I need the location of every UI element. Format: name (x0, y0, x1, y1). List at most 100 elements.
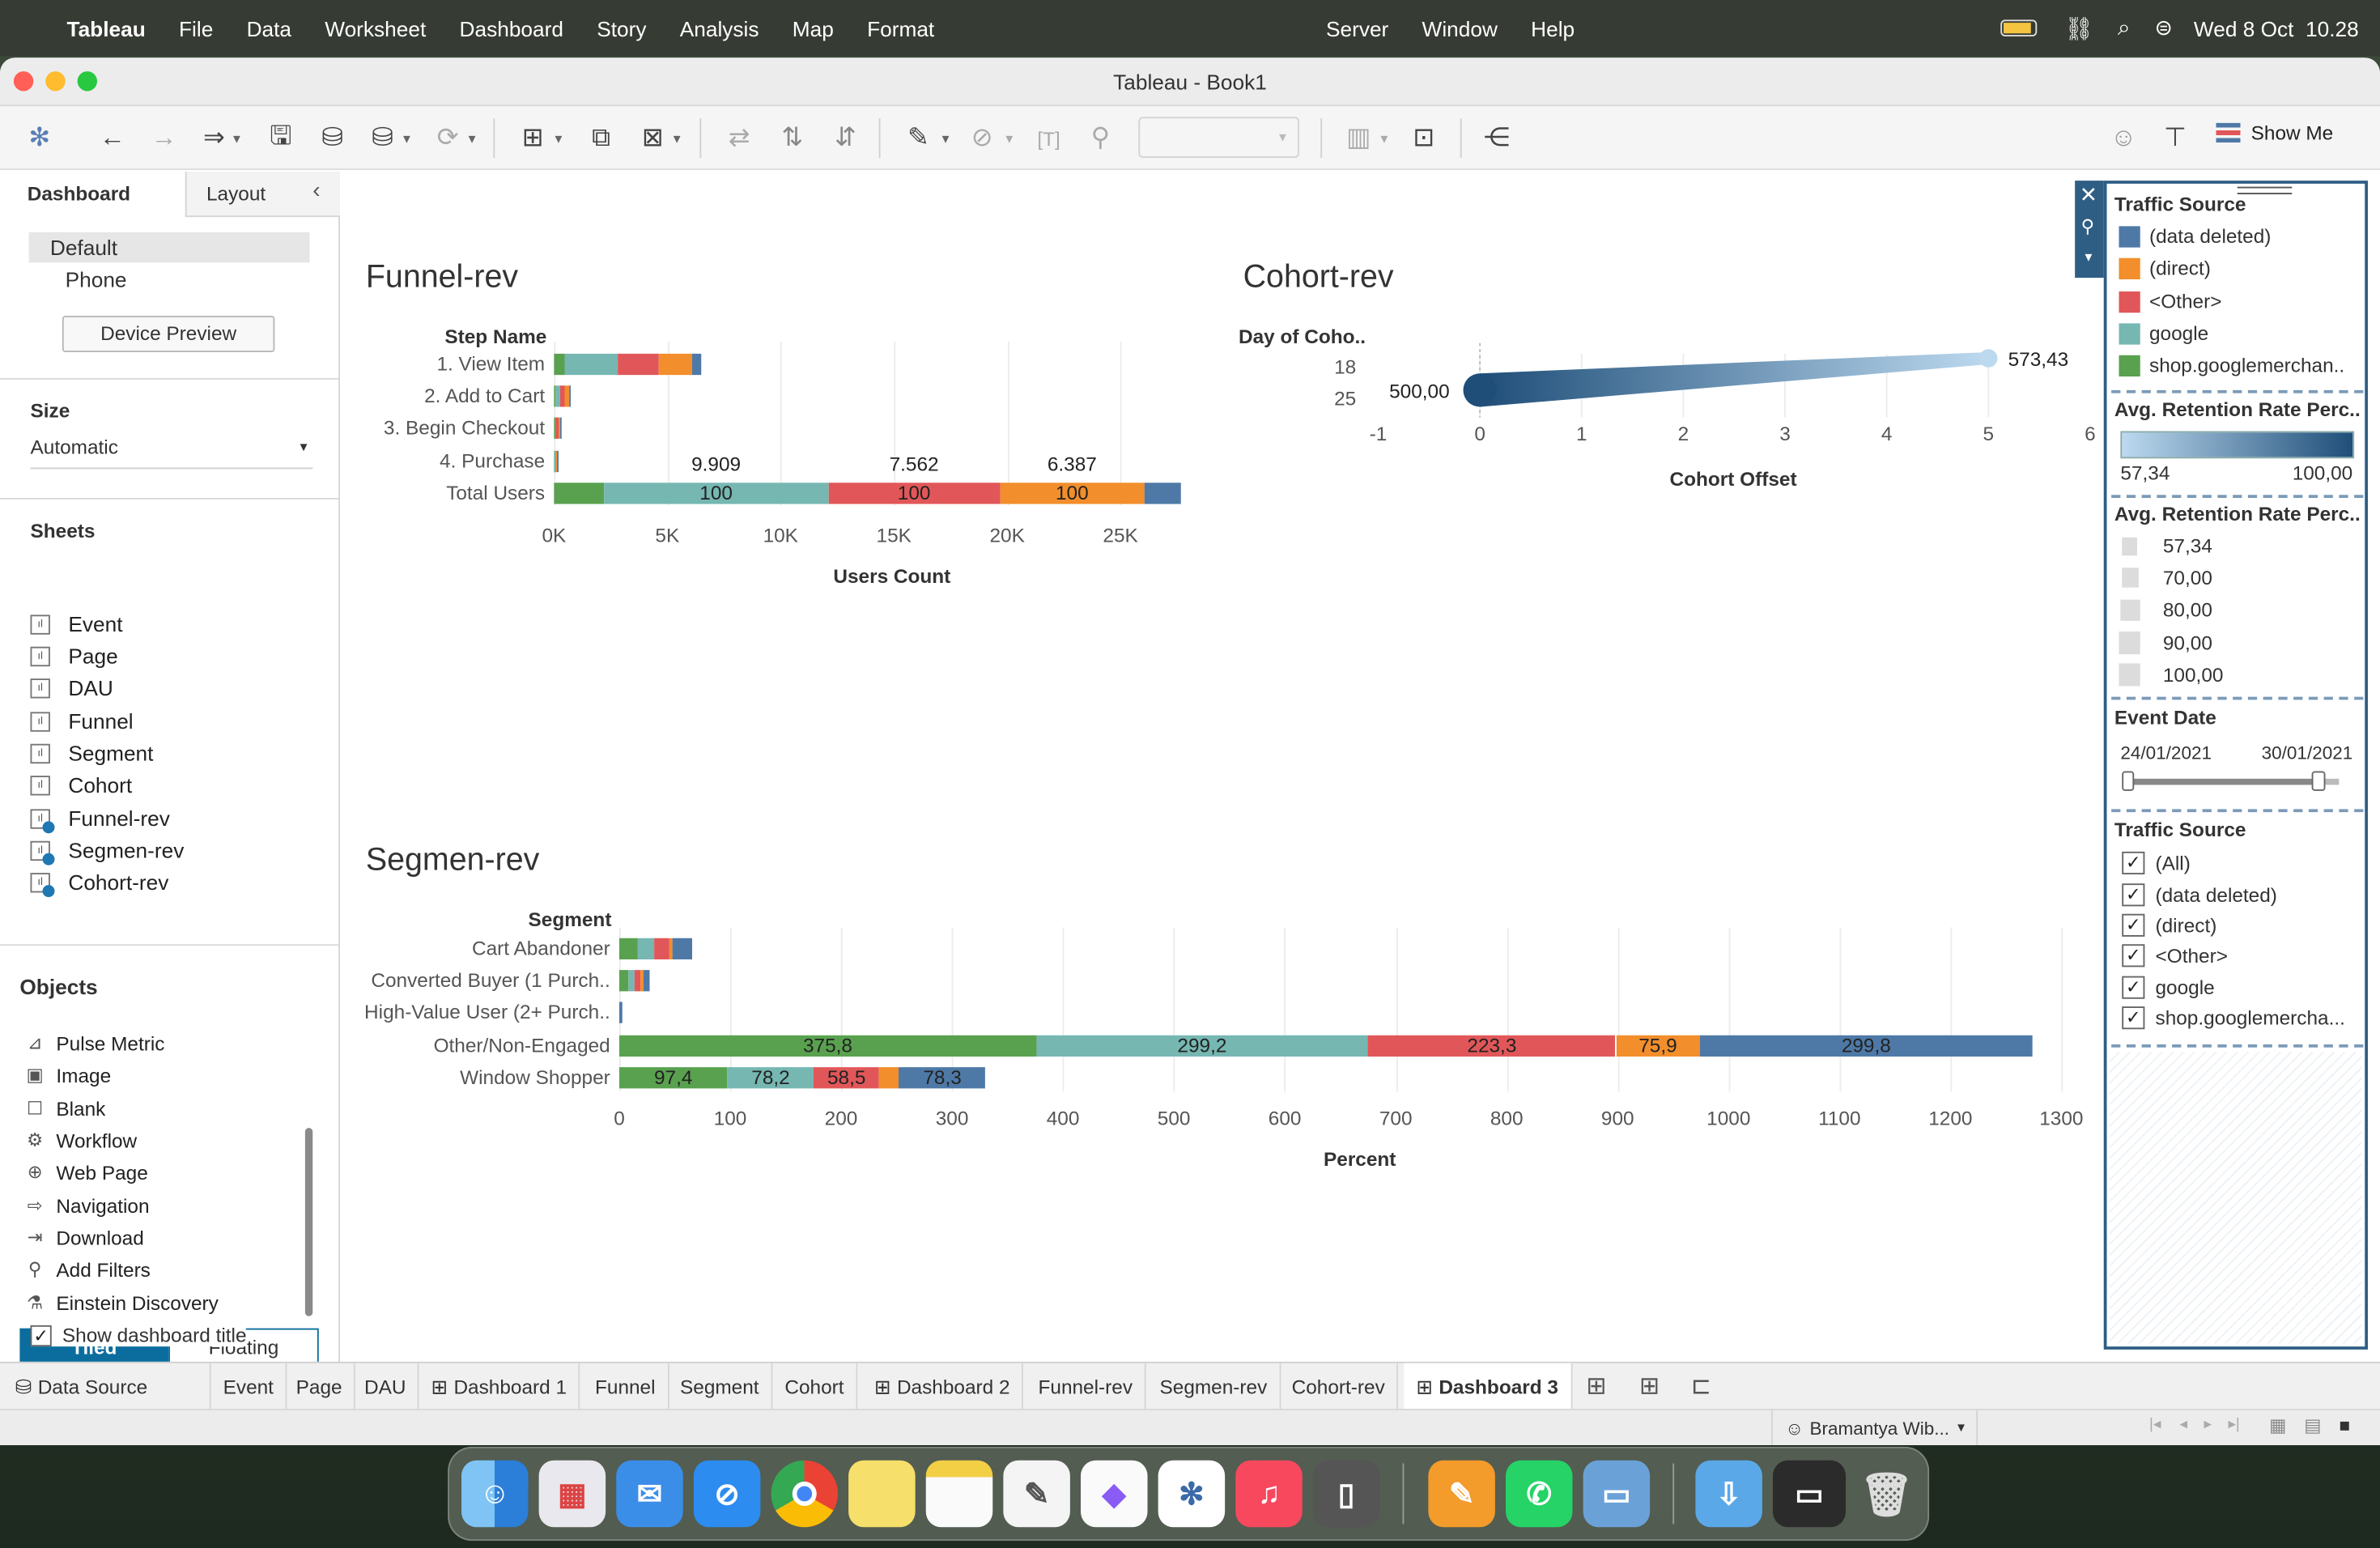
menu-format[interactable]: Format (850, 16, 950, 40)
show-dashboard-title-checkbox[interactable]: ✓ Show dashboard title (30, 1324, 247, 1347)
new-worksheet-icon[interactable]: ⊞ (513, 118, 553, 158)
prev-page-icon[interactable]: ◂ (2180, 1416, 2187, 1433)
tab-cohort-rev[interactable]: Cohort-rev (1280, 1363, 1399, 1410)
pin-icon[interactable]: ⚲ (1081, 118, 1120, 158)
slider-handle-end[interactable] (2311, 771, 2326, 791)
pause-dropdown-icon[interactable]: ▼ (399, 118, 414, 158)
segment-bar-segment[interactable] (619, 1002, 622, 1023)
tab-dashboard-2[interactable]: ⊞ Dashboard 2 (862, 1363, 1024, 1410)
retention-gradient[interactable] (2120, 431, 2355, 459)
tab-funnel[interactable]: Funnel (583, 1363, 669, 1410)
first-page-icon[interactable]: |◂ (2149, 1416, 2161, 1433)
checkbox-icon[interactable]: ✓ (2122, 851, 2145, 874)
size-item[interactable]: 57,34 (2119, 534, 2212, 557)
slider-handle-start[interactable] (2122, 771, 2135, 791)
menu-data[interactable]: Data (230, 16, 308, 40)
menu-server[interactable]: Server (1309, 16, 1405, 40)
filter-direct[interactable]: ✓ (direct) (2122, 913, 2216, 937)
funnel-bar-segment[interactable] (554, 353, 566, 376)
pause-updates-icon[interactable]: ⛁ (363, 118, 402, 158)
safari-icon[interactable]: ⊘ (693, 1460, 761, 1528)
tab-cohort[interactable]: Cohort (772, 1363, 858, 1410)
tab-funnel-rev[interactable]: Funnel-rev (1026, 1363, 1146, 1410)
highlight-icon[interactable]: ✎ (899, 118, 938, 158)
refresh-dropdown-icon[interactable]: ▼ (465, 118, 480, 158)
clear-icon[interactable]: ⊠ (633, 118, 673, 158)
finder-icon[interactable]: ☺ (461, 1460, 529, 1528)
format-painter-icon[interactable]: ⊤ (2156, 118, 2195, 158)
stickies-icon[interactable] (848, 1460, 916, 1528)
legend-item-direct[interactable]: (direct) (2119, 257, 2211, 279)
segment-bar-segment[interactable] (635, 970, 640, 992)
menu-analysis[interactable]: Analysis (663, 16, 776, 40)
object-einstein-discovery[interactable]: ⚗ Einstein Discovery (24, 1287, 219, 1318)
menu-file[interactable]: File (162, 16, 230, 40)
legend-grip[interactable] (2237, 186, 2293, 194)
cohort-point-start[interactable] (1463, 373, 1497, 407)
preview-icon[interactable]: ▭ (1583, 1460, 1651, 1528)
show-cards-dropdown-icon[interactable]: ▼ (1377, 118, 1392, 158)
pin-icon[interactable]: ⚲ (2081, 215, 2094, 236)
notes-icon[interactable] (925, 1460, 993, 1528)
duplicate-icon[interactable]: ⧉ (581, 118, 621, 158)
tab-segment[interactable]: Segment (668, 1363, 773, 1410)
cohort-line[interactable] (1480, 352, 1989, 407)
filter-data-deleted[interactable]: ✓ (data deleted) (2122, 883, 2277, 907)
minimize-window-button[interactable] (45, 71, 66, 91)
legend-item-data-deleted[interactable]: (data deleted) (2119, 225, 2271, 248)
menu-app[interactable]: Tableau (50, 16, 163, 40)
segment-bar-segment[interactable] (644, 970, 649, 992)
sheet-cohort[interactable]: ıl Cohort (30, 770, 132, 801)
device-preview-button[interactable]: Device Preview (62, 316, 275, 352)
object-pulse-metric[interactable]: ⊿ Pulse Metric (24, 1027, 165, 1058)
pages-icon[interactable]: ✎ (1428, 1460, 1495, 1528)
funnel-chart[interactable]: 0K 5K 10K 15K 20K 25K 1. View Item 2. Add to Ca… (342, 172, 1237, 612)
sheet-dau[interactable]: ıl DAU (30, 673, 113, 704)
tab-data-source[interactable]: ⛁ Data Source (0, 1363, 211, 1410)
tab-dau[interactable]: DAU (352, 1363, 420, 1410)
funnel-bar-segment[interactable] (556, 450, 559, 473)
new-story-tab-icon[interactable]: ⊏ (1691, 1371, 1711, 1401)
last-page-icon[interactable]: ▸| (2229, 1416, 2240, 1433)
sheet-segmen-rev[interactable]: ıl Segmen-rev (30, 835, 184, 865)
more-options-icon[interactable]: ▼ (2083, 250, 2095, 264)
size-item[interactable]: 80,00 (2119, 598, 2212, 621)
close-window-button[interactable] (13, 71, 34, 91)
segment-bar-segment[interactable] (878, 1067, 899, 1089)
funnel-bar-segment[interactable] (565, 353, 618, 376)
mail-icon[interactable]: ✉ (616, 1460, 683, 1528)
object-navigation[interactable]: ⇨ Navigation (24, 1190, 150, 1221)
funnel-bar-segment[interactable] (559, 417, 561, 439)
funnel-bar-segment[interactable] (569, 385, 572, 407)
filter-google[interactable]: ✓ google (2122, 976, 2215, 999)
sheet-event[interactable]: ıl Event (30, 609, 123, 640)
menu-window[interactable]: Window (1405, 16, 1515, 40)
segment-bar-segment[interactable] (619, 938, 639, 959)
sort-descending-icon[interactable]: ⇵ (826, 118, 865, 158)
funnel-bar-segment[interactable] (617, 353, 659, 376)
fit-select[interactable]: ▼ (1138, 117, 1299, 158)
spotlight-icon[interactable]: ⌕ (2118, 15, 2131, 41)
user-menu[interactable]: ☺ Bramantya Wib... ▼ (1771, 1410, 1978, 1445)
menu-help[interactable]: Help (1515, 16, 1592, 40)
sheet-funnel[interactable]: ıl Funnel (30, 706, 134, 737)
label-icon[interactable]: [T] (1029, 118, 1069, 158)
agent-icon[interactable]: ☺ (2104, 118, 2144, 158)
whatsapp-icon[interactable]: ✆ (1506, 1460, 1573, 1528)
clear-dropdown-icon[interactable]: ▼ (669, 118, 685, 158)
checkbox-icon[interactable]: ✓ (2122, 913, 2145, 937)
undo-icon[interactable]: ← (92, 118, 132, 158)
filter-shop[interactable]: ✓ shop.googlemercha... (2122, 1006, 2345, 1030)
checkbox-icon[interactable]: ✓ (2122, 976, 2145, 999)
segment-chart[interactable]: 0 100 200 300 400 500 600 700 800 900 1000 1100 1200… (342, 885, 2104, 1189)
replay-icon[interactable]: ⇒ (194, 118, 234, 158)
tab-event[interactable]: Event (211, 1363, 287, 1410)
tab-dashboard-1[interactable]: ⊞ Dashboard 1 (419, 1363, 580, 1410)
size-select[interactable]: Automatic ▼ (30, 436, 313, 470)
group-icon[interactable]: ⊘ (963, 118, 1002, 158)
tableau-dock-icon[interactable]: ✻ (1158, 1460, 1226, 1528)
sheet-cohort-rev[interactable]: ıl Cohort-rev (30, 867, 168, 898)
size-item[interactable]: 70,00 (2119, 566, 2212, 589)
sheet-funnel-rev[interactable]: ıl Funnel-rev (30, 803, 170, 834)
object-web-page[interactable]: ⊕ Web Page (24, 1157, 148, 1188)
